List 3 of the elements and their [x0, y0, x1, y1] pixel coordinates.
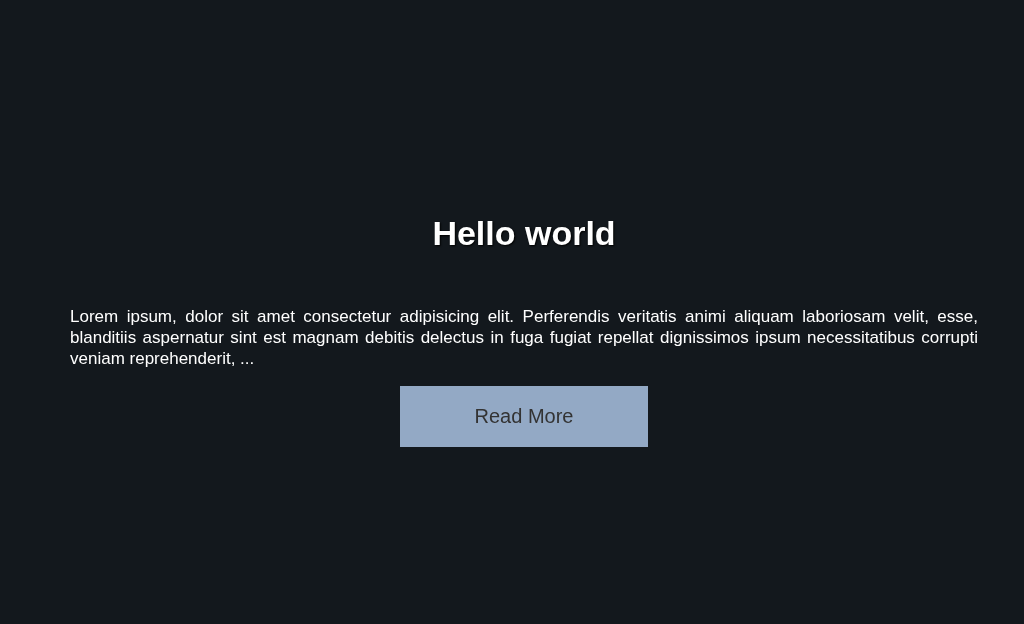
- intro-paragraph: Lorem ipsum, dolor sit amet consectetur adipisicing elit. Perferendis veritatis animi aliquam laboriosam velit, esse, blanditiis aspernatur sint est magnam debitis delectus in fuga fugiat repellat dignissimos ipsum necessitatibus corrupti veniam reprehenderit, ...: [70, 306, 978, 369]
- page-heading: Hello world: [432, 213, 616, 254]
- read-more-button[interactable]: Read More: [400, 386, 648, 447]
